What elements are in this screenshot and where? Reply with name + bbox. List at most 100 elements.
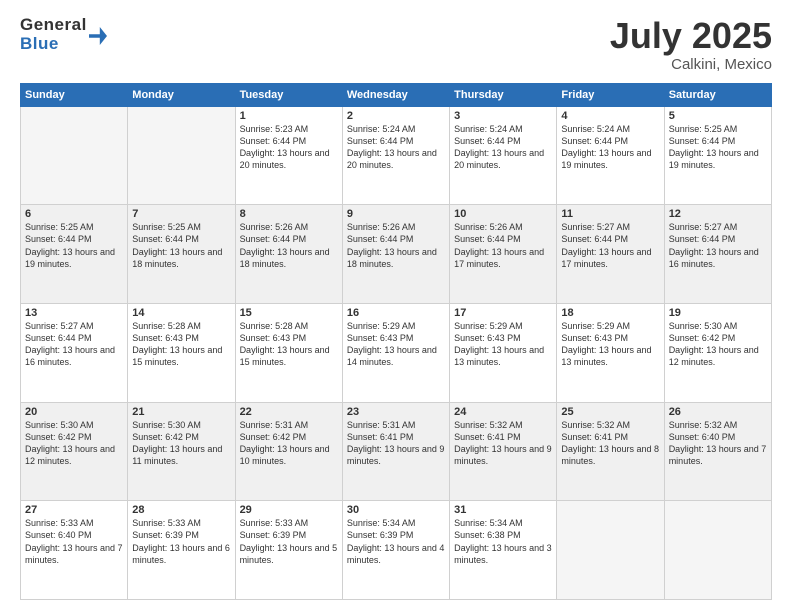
header: General Blue July 2025 Calkini, Mexico — [20, 16, 772, 73]
day-number: 21 — [132, 406, 230, 418]
calendar-week-1: 1Sunrise: 5:23 AM Sunset: 6:44 PM Daylig… — [21, 106, 772, 205]
table-row: 6Sunrise: 5:25 AM Sunset: 6:44 PM Daylig… — [21, 205, 128, 304]
table-row: 26Sunrise: 5:32 AM Sunset: 6:40 PM Dayli… — [664, 402, 771, 501]
table-row: 22Sunrise: 5:31 AM Sunset: 6:42 PM Dayli… — [235, 402, 342, 501]
subtitle: Calkini, Mexico — [610, 56, 772, 73]
month-title: July 2025 — [610, 16, 772, 56]
day-number: 19 — [669, 307, 767, 319]
day-number: 17 — [454, 307, 552, 319]
table-row: 5Sunrise: 5:25 AM Sunset: 6:44 PM Daylig… — [664, 106, 771, 205]
table-row: 1Sunrise: 5:23 AM Sunset: 6:44 PM Daylig… — [235, 106, 342, 205]
day-info: Sunrise: 5:32 AM Sunset: 6:41 PM Dayligh… — [454, 419, 552, 468]
day-number: 22 — [240, 406, 338, 418]
logo: General Blue — [20, 16, 107, 53]
day-number: 31 — [454, 504, 552, 516]
calendar-week-2: 6Sunrise: 5:25 AM Sunset: 6:44 PM Daylig… — [21, 205, 772, 304]
day-number: 20 — [25, 406, 123, 418]
table-row: 10Sunrise: 5:26 AM Sunset: 6:44 PM Dayli… — [450, 205, 557, 304]
day-number: 13 — [25, 307, 123, 319]
logo-general: General — [20, 16, 87, 35]
table-row — [557, 501, 664, 600]
table-row: 3Sunrise: 5:24 AM Sunset: 6:44 PM Daylig… — [450, 106, 557, 205]
calendar-body: 1Sunrise: 5:23 AM Sunset: 6:44 PM Daylig… — [21, 106, 772, 599]
table-row: 21Sunrise: 5:30 AM Sunset: 6:42 PM Dayli… — [128, 402, 235, 501]
day-number: 23 — [347, 406, 445, 418]
day-number: 29 — [240, 504, 338, 516]
col-sunday: Sunday — [21, 83, 128, 106]
day-info: Sunrise: 5:29 AM Sunset: 6:43 PM Dayligh… — [347, 320, 445, 369]
day-number: 10 — [454, 208, 552, 220]
day-info: Sunrise: 5:26 AM Sunset: 6:44 PM Dayligh… — [240, 221, 338, 270]
day-info: Sunrise: 5:26 AM Sunset: 6:44 PM Dayligh… — [454, 221, 552, 270]
day-number: 24 — [454, 406, 552, 418]
day-info: Sunrise: 5:34 AM Sunset: 6:39 PM Dayligh… — [347, 517, 445, 566]
day-info: Sunrise: 5:29 AM Sunset: 6:43 PM Dayligh… — [454, 320, 552, 369]
day-info: Sunrise: 5:26 AM Sunset: 6:44 PM Dayligh… — [347, 221, 445, 270]
day-info: Sunrise: 5:29 AM Sunset: 6:43 PM Dayligh… — [561, 320, 659, 369]
col-tuesday: Tuesday — [235, 83, 342, 106]
day-info: Sunrise: 5:25 AM Sunset: 6:44 PM Dayligh… — [25, 221, 123, 270]
day-number: 16 — [347, 307, 445, 319]
table-row: 25Sunrise: 5:32 AM Sunset: 6:41 PM Dayli… — [557, 402, 664, 501]
day-number: 15 — [240, 307, 338, 319]
day-info: Sunrise: 5:34 AM Sunset: 6:38 PM Dayligh… — [454, 517, 552, 566]
calendar-week-4: 20Sunrise: 5:30 AM Sunset: 6:42 PM Dayli… — [21, 402, 772, 501]
table-row: 20Sunrise: 5:30 AM Sunset: 6:42 PM Dayli… — [21, 402, 128, 501]
calendar-week-5: 27Sunrise: 5:33 AM Sunset: 6:40 PM Dayli… — [21, 501, 772, 600]
day-info: Sunrise: 5:32 AM Sunset: 6:40 PM Dayligh… — [669, 419, 767, 468]
table-row: 23Sunrise: 5:31 AM Sunset: 6:41 PM Dayli… — [342, 402, 449, 501]
logo-blue: Blue — [20, 35, 87, 54]
table-row — [128, 106, 235, 205]
day-number: 14 — [132, 307, 230, 319]
table-row: 14Sunrise: 5:28 AM Sunset: 6:43 PM Dayli… — [128, 303, 235, 402]
calendar-week-3: 13Sunrise: 5:27 AM Sunset: 6:44 PM Dayli… — [21, 303, 772, 402]
day-info: Sunrise: 5:23 AM Sunset: 6:44 PM Dayligh… — [240, 123, 338, 172]
day-info: Sunrise: 5:30 AM Sunset: 6:42 PM Dayligh… — [25, 419, 123, 468]
table-row: 29Sunrise: 5:33 AM Sunset: 6:39 PM Dayli… — [235, 501, 342, 600]
day-number: 27 — [25, 504, 123, 516]
day-info: Sunrise: 5:32 AM Sunset: 6:41 PM Dayligh… — [561, 419, 659, 468]
table-row: 27Sunrise: 5:33 AM Sunset: 6:40 PM Dayli… — [21, 501, 128, 600]
day-info: Sunrise: 5:25 AM Sunset: 6:44 PM Dayligh… — [669, 123, 767, 172]
table-row: 8Sunrise: 5:26 AM Sunset: 6:44 PM Daylig… — [235, 205, 342, 304]
day-info: Sunrise: 5:33 AM Sunset: 6:39 PM Dayligh… — [240, 517, 338, 566]
day-number: 2 — [347, 110, 445, 122]
day-info: Sunrise: 5:24 AM Sunset: 6:44 PM Dayligh… — [561, 123, 659, 172]
day-info: Sunrise: 5:28 AM Sunset: 6:43 PM Dayligh… — [132, 320, 230, 369]
day-info: Sunrise: 5:27 AM Sunset: 6:44 PM Dayligh… — [669, 221, 767, 270]
day-info: Sunrise: 5:30 AM Sunset: 6:42 PM Dayligh… — [669, 320, 767, 369]
table-row: 9Sunrise: 5:26 AM Sunset: 6:44 PM Daylig… — [342, 205, 449, 304]
day-info: Sunrise: 5:27 AM Sunset: 6:44 PM Dayligh… — [561, 221, 659, 270]
table-row: 30Sunrise: 5:34 AM Sunset: 6:39 PM Dayli… — [342, 501, 449, 600]
day-info: Sunrise: 5:24 AM Sunset: 6:44 PM Dayligh… — [454, 123, 552, 172]
table-row: 28Sunrise: 5:33 AM Sunset: 6:39 PM Dayli… — [128, 501, 235, 600]
day-info: Sunrise: 5:28 AM Sunset: 6:43 PM Dayligh… — [240, 320, 338, 369]
day-number: 25 — [561, 406, 659, 418]
day-number: 4 — [561, 110, 659, 122]
table-row: 2Sunrise: 5:24 AM Sunset: 6:44 PM Daylig… — [342, 106, 449, 205]
col-wednesday: Wednesday — [342, 83, 449, 106]
table-row: 12Sunrise: 5:27 AM Sunset: 6:44 PM Dayli… — [664, 205, 771, 304]
col-friday: Friday — [557, 83, 664, 106]
day-info: Sunrise: 5:33 AM Sunset: 6:40 PM Dayligh… — [25, 517, 123, 566]
header-row: Sunday Monday Tuesday Wednesday Thursday… — [21, 83, 772, 106]
day-info: Sunrise: 5:30 AM Sunset: 6:42 PM Dayligh… — [132, 419, 230, 468]
day-info: Sunrise: 5:33 AM Sunset: 6:39 PM Dayligh… — [132, 517, 230, 566]
day-number: 3 — [454, 110, 552, 122]
day-number: 11 — [561, 208, 659, 220]
col-monday: Monday — [128, 83, 235, 106]
day-number: 26 — [669, 406, 767, 418]
day-number: 9 — [347, 208, 445, 220]
day-number: 1 — [240, 110, 338, 122]
table-row: 18Sunrise: 5:29 AM Sunset: 6:43 PM Dayli… — [557, 303, 664, 402]
day-info: Sunrise: 5:27 AM Sunset: 6:44 PM Dayligh… — [25, 320, 123, 369]
table-row: 11Sunrise: 5:27 AM Sunset: 6:44 PM Dayli… — [557, 205, 664, 304]
table-row: 19Sunrise: 5:30 AM Sunset: 6:42 PM Dayli… — [664, 303, 771, 402]
day-number: 8 — [240, 208, 338, 220]
logo-text: General Blue — [20, 16, 87, 53]
day-number: 28 — [132, 504, 230, 516]
calendar-header: Sunday Monday Tuesday Wednesday Thursday… — [21, 83, 772, 106]
table-row — [21, 106, 128, 205]
table-row: 31Sunrise: 5:34 AM Sunset: 6:38 PM Dayli… — [450, 501, 557, 600]
table-row: 17Sunrise: 5:29 AM Sunset: 6:43 PM Dayli… — [450, 303, 557, 402]
